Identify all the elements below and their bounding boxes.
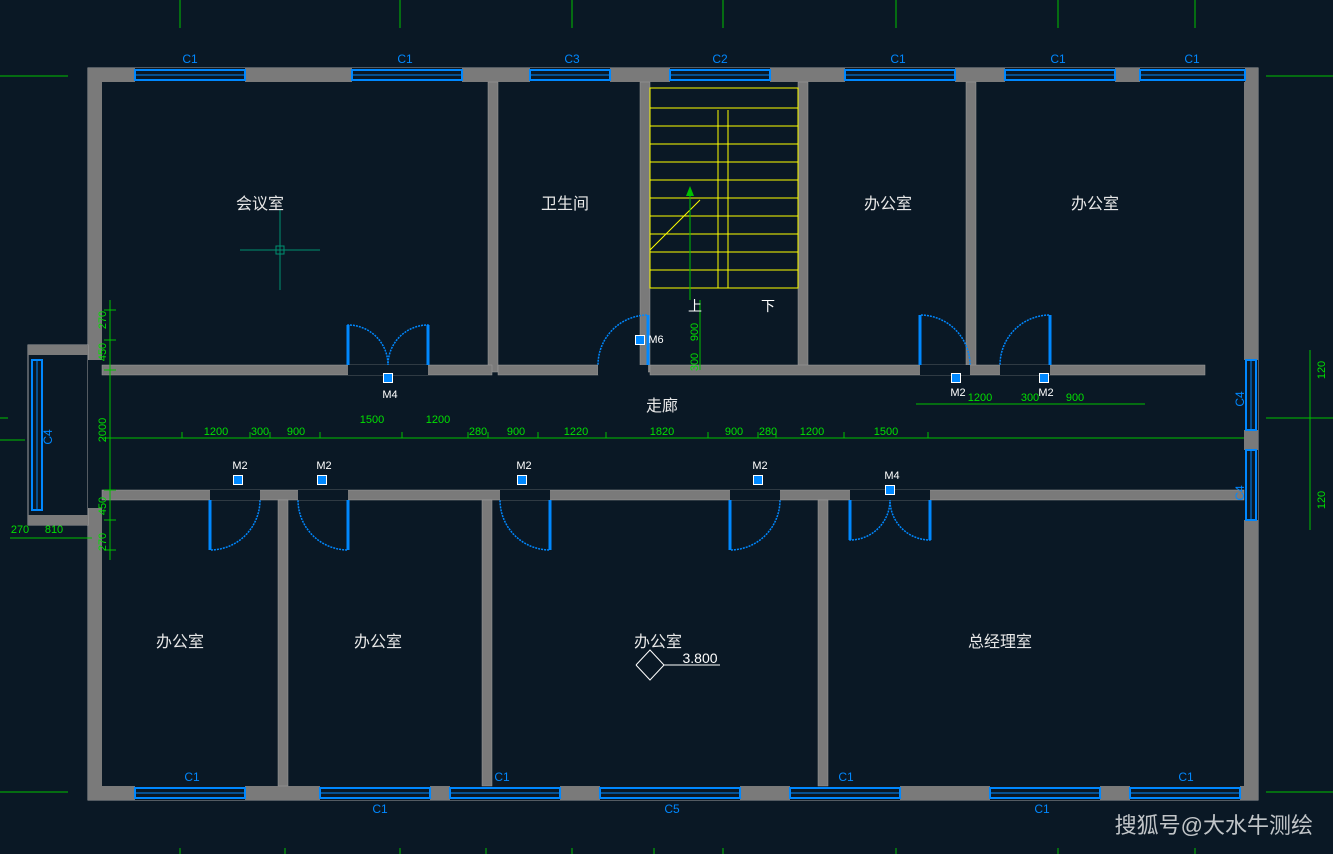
label-c1-2: C1 xyxy=(397,52,412,66)
dim-900c: 900 xyxy=(287,426,305,438)
label-c4-r2: C4 xyxy=(1233,485,1247,500)
label-c2: C2 xyxy=(712,52,727,66)
door-m2-b4 xyxy=(753,475,763,485)
label-m2-t1: M2 xyxy=(950,387,965,399)
door-m2-b1 xyxy=(233,475,243,485)
label-c1-1: C1 xyxy=(182,52,197,66)
dim-900e: 900 xyxy=(689,323,701,341)
dim-450a: 450 xyxy=(97,343,109,361)
dim-1200a: 1200 xyxy=(426,414,450,426)
dim-270c: 270 xyxy=(11,524,29,536)
label-corridor: 走廊 xyxy=(646,392,678,416)
dim-1500a: 1500 xyxy=(360,414,384,426)
staircase xyxy=(650,88,798,300)
dim-900b: 900 xyxy=(725,426,743,438)
label-stair-up: 上 xyxy=(688,296,702,316)
dim-2000: 2000 xyxy=(97,418,109,442)
dim-1220: 1220 xyxy=(564,426,588,438)
dim-120b: 120 xyxy=(1316,491,1328,509)
label-office-top-1: 办公室 xyxy=(864,190,912,214)
label-c1-5: C1 xyxy=(1184,52,1199,66)
door-m2-b3 xyxy=(517,475,527,485)
label-m4-b: M4 xyxy=(884,470,899,482)
label-office-top-2: 办公室 xyxy=(1071,190,1119,214)
label-office-btm-3: 办公室 xyxy=(634,628,682,652)
door-m2-t2 xyxy=(1039,373,1049,383)
watermark: 搜狐号@大水牛测绘 xyxy=(1115,808,1313,840)
label-c3: C3 xyxy=(564,52,579,66)
dim-280b: 280 xyxy=(759,426,777,438)
door-m4-b xyxy=(885,485,895,495)
dim-280a: 280 xyxy=(469,426,487,438)
dim-810: 810 xyxy=(45,524,63,536)
label-c1-b4: C1 xyxy=(838,770,853,784)
dim-270b: 270 xyxy=(97,533,109,551)
label-m2-t2: M2 xyxy=(1038,387,1053,399)
dim-900d: 900 xyxy=(1066,392,1084,404)
dim-270a: 270 xyxy=(97,311,109,329)
label-stair-down: 下 xyxy=(761,296,775,316)
label-m2-b3: M2 xyxy=(516,460,531,472)
label-c1-b1: C1 xyxy=(184,770,199,784)
doors xyxy=(210,315,1050,550)
door-m4-a xyxy=(383,373,393,383)
dim-300d: 300 xyxy=(1021,392,1039,404)
dim-900a: 900 xyxy=(507,426,525,438)
door-m6 xyxy=(635,335,645,345)
label-c1-b2: C1 xyxy=(372,802,387,816)
door-m2-t1 xyxy=(951,373,961,383)
label-c1-b3: C1 xyxy=(494,770,509,784)
label-m2-b2: M2 xyxy=(316,460,331,472)
label-elevation: 3.800 xyxy=(682,650,717,666)
dim-120a: 120 xyxy=(1316,361,1328,379)
label-c5-b: C5 xyxy=(664,802,679,816)
label-office-btm-2: 办公室 xyxy=(354,628,402,652)
dim-1820: 1820 xyxy=(650,426,674,438)
dim-1200c: 1200 xyxy=(204,426,228,438)
dim-300c: 300 xyxy=(251,426,269,438)
label-c1-3: C1 xyxy=(890,52,905,66)
door-m2-b2 xyxy=(317,475,327,485)
dim-300e: 300 xyxy=(689,353,701,371)
label-m2-b1: M2 xyxy=(232,460,247,472)
label-meeting: 会议室 xyxy=(236,190,284,214)
dim-1500b: 1500 xyxy=(874,426,898,438)
dim-1200b: 1200 xyxy=(800,426,824,438)
label-office-btm-1: 办公室 xyxy=(156,628,204,652)
label-c1-b5: C1 xyxy=(1034,802,1049,816)
label-c4-r1: C4 xyxy=(1233,391,1247,406)
dim-450b: 450 xyxy=(97,497,109,515)
label-c4-l: C4 xyxy=(41,429,55,444)
dim-1200d: 1200 xyxy=(968,392,992,404)
label-c1-b6: C1 xyxy=(1178,770,1193,784)
label-m2-b4: M2 xyxy=(752,460,767,472)
label-c1-4: C1 xyxy=(1050,52,1065,66)
label-m6: M6 xyxy=(648,334,663,346)
label-toilet: 卫生间 xyxy=(541,190,589,214)
label-m4-a: M4 xyxy=(382,389,397,401)
label-manager: 总经理室 xyxy=(968,628,1032,652)
